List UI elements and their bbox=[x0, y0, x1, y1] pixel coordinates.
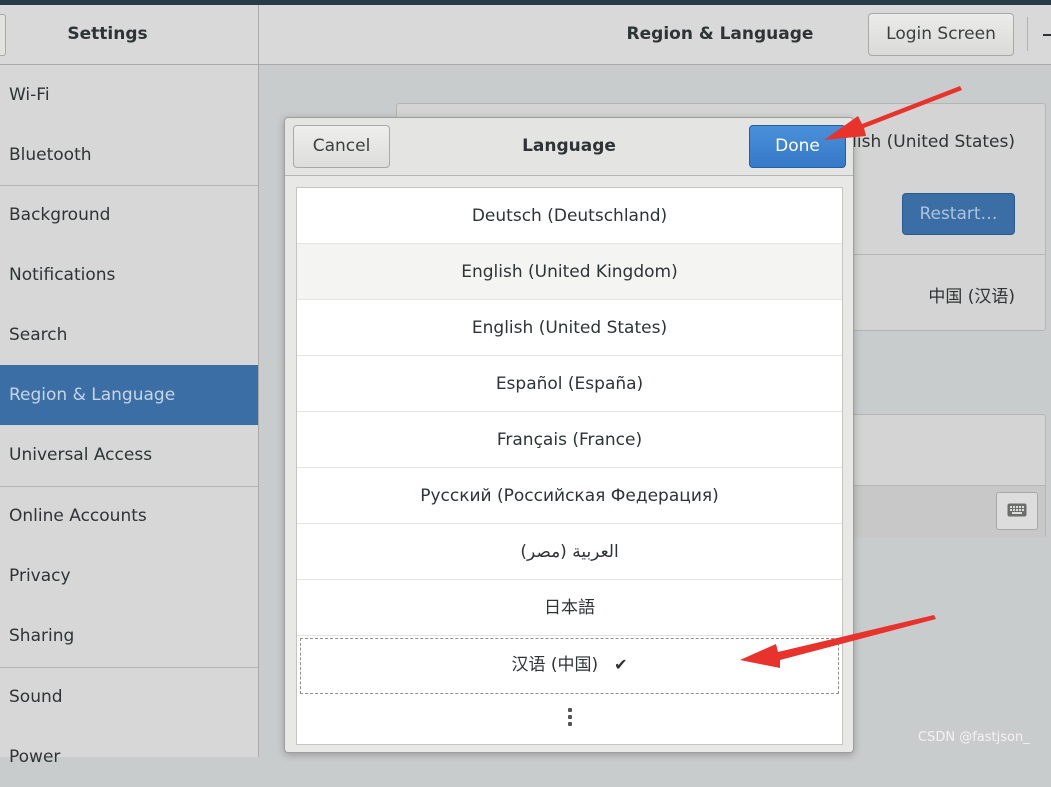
sidebar-item-sound[interactable]: Sound bbox=[0, 667, 258, 727]
sidebar-item-region-language[interactable]: Region & Language bbox=[0, 365, 258, 425]
sidebar-item-notifications[interactable]: Notifications bbox=[0, 245, 258, 305]
language-row[interactable]: العربية (مصر) bbox=[297, 524, 842, 580]
dialog-title: Language bbox=[522, 136, 616, 156]
view-more-icon[interactable] bbox=[297, 694, 842, 744]
keyboard-settings-button[interactable] bbox=[996, 492, 1038, 530]
sidebar-item-search[interactable]: Search bbox=[0, 305, 258, 365]
sidebar-item-background[interactable]: Background bbox=[0, 185, 258, 245]
done-button[interactable]: Done bbox=[749, 125, 846, 168]
language-list: Deutsch (Deutschland) English (United Ki… bbox=[296, 187, 843, 745]
header-separator bbox=[1027, 17, 1028, 51]
checkmark-icon: ✔ bbox=[614, 655, 628, 674]
sidebar-item-sharing[interactable]: Sharing bbox=[0, 606, 258, 666]
sidebar-item-bluetooth[interactable]: Bluetooth bbox=[0, 125, 258, 185]
language-row-selected[interactable]: 汉语 (中国) ✔ bbox=[300, 638, 839, 694]
language-row[interactable]: Русский (Российская Федерация) bbox=[297, 468, 842, 524]
cancel-button[interactable]: Cancel bbox=[293, 125, 390, 168]
language-row[interactable]: Français (France) bbox=[297, 412, 842, 468]
settings-title: Settings bbox=[67, 24, 148, 44]
page-title: Region & Language bbox=[626, 24, 814, 44]
keyboard-icon bbox=[1007, 503, 1027, 517]
language-row[interactable]: 日本語 bbox=[297, 580, 842, 636]
watermark: CSDN @fastjson_ bbox=[918, 730, 1030, 745]
dialog-header: Cancel Language Done bbox=[285, 118, 853, 176]
sidebar-item-wifi[interactable]: Wi-Fi bbox=[0, 65, 258, 125]
sidebar: Wi-Fi Bluetooth Background Notifications… bbox=[0, 65, 259, 767]
language-row[interactable]: Español (España) bbox=[297, 356, 842, 412]
sidebar-item-online-accounts[interactable]: Online Accounts bbox=[0, 486, 258, 546]
selected-language-label: 汉语 (中国) bbox=[511, 655, 599, 675]
language-row[interactable]: Deutsch (Deutschland) bbox=[297, 188, 842, 244]
language-row[interactable]: English (United Kingdom) bbox=[297, 244, 842, 300]
language-dialog: Cancel Language Done Deutsch (Deutschlan… bbox=[284, 117, 854, 753]
restart-button[interactable]: Restart… bbox=[902, 193, 1015, 235]
formats-value[interactable]: 中国 (汉语) bbox=[928, 282, 1015, 307]
sidebar-item-power[interactable]: Power bbox=[0, 727, 258, 787]
minimize-icon[interactable] bbox=[1043, 34, 1051, 36]
header-bar: Settings Region & Language Login Screen bbox=[0, 5, 1051, 65]
header-left-pane: Settings bbox=[0, 5, 259, 64]
sidebar-item-universal-access[interactable]: Universal Access bbox=[0, 425, 258, 485]
language-row[interactable]: English (United States) bbox=[297, 300, 842, 356]
login-screen-button[interactable]: Login Screen bbox=[868, 13, 1014, 56]
sidebar-item-privacy[interactable]: Privacy bbox=[0, 546, 258, 606]
